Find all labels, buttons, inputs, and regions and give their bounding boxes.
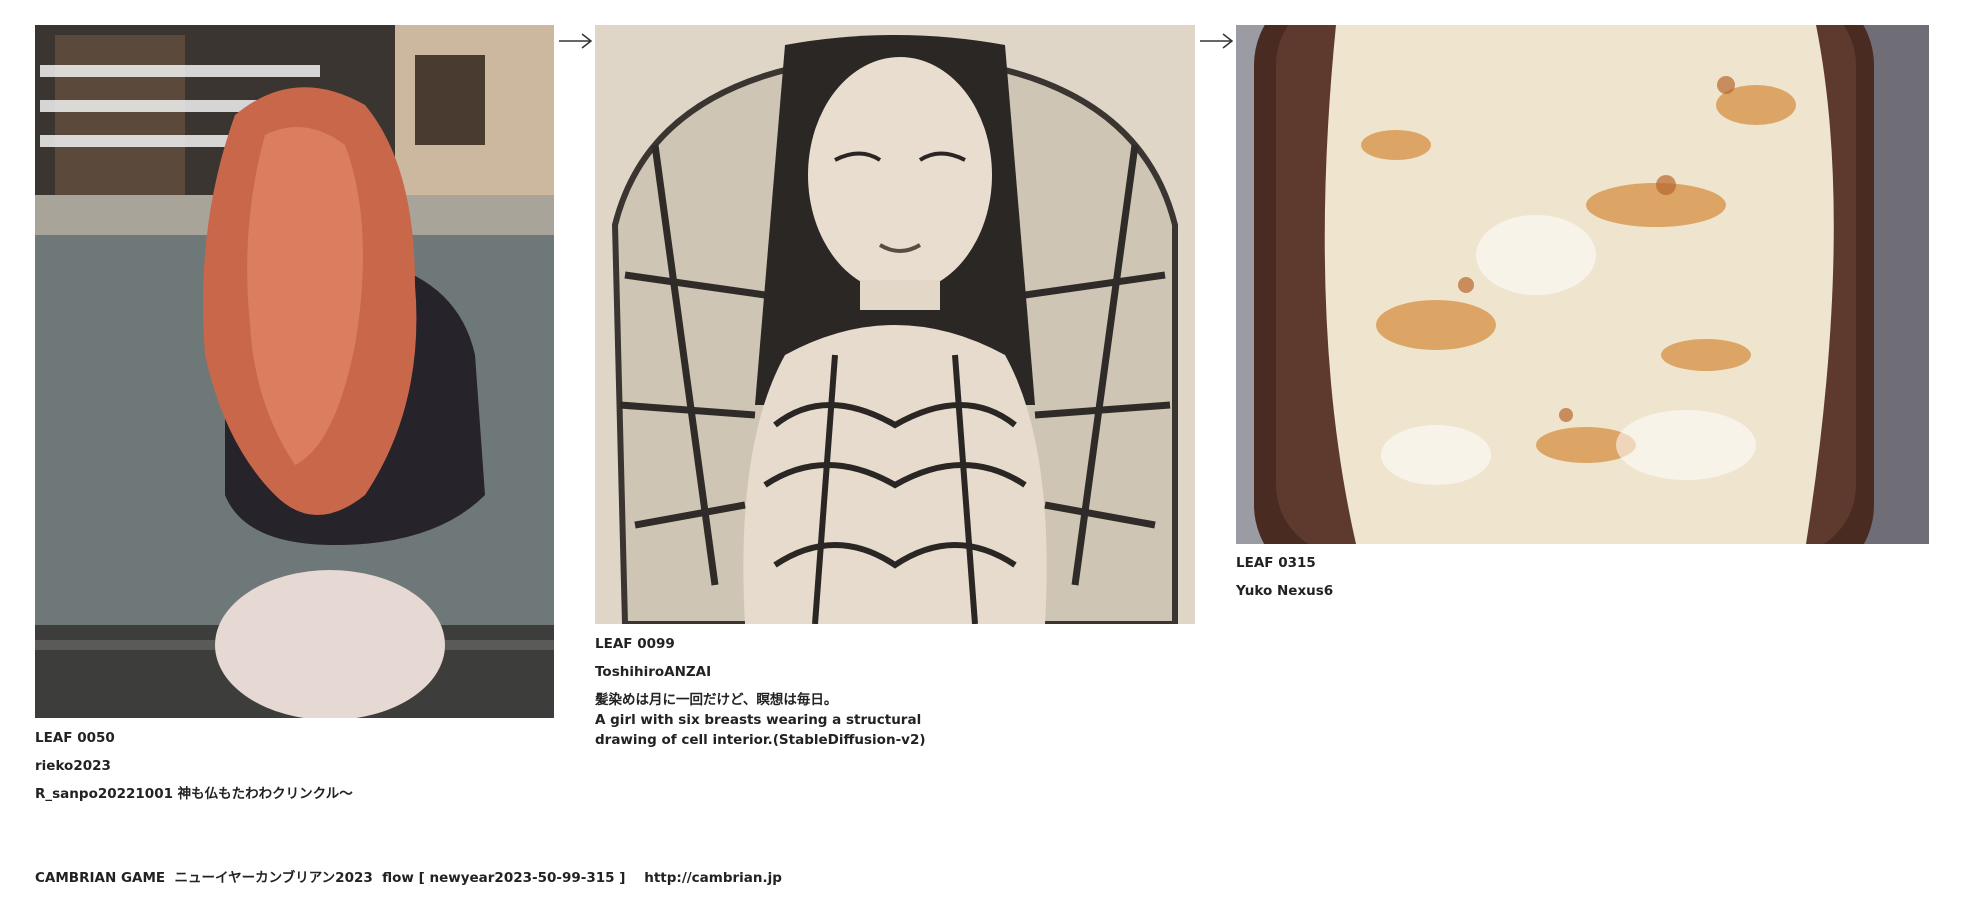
leaf-0099-id: LEAF 0099	[595, 636, 675, 652]
leaf-0099-drawing-art	[595, 25, 1195, 624]
right-arrow-icon	[559, 33, 593, 49]
leaf-0099-author[interactable]: ToshihiroANZAI	[595, 662, 711, 682]
leaf-0315-author[interactable]: Yuko Nexus6	[1236, 581, 1333, 601]
leaf-0050-author[interactable]: rieko2023	[35, 756, 111, 776]
footer-credit: CAMBRIAN GAME ニューイヤーカンブリアン2023 flow [ ne…	[35, 870, 782, 886]
right-arrow-icon	[1200, 33, 1234, 49]
leaf-0050-caption: R_sanpo20221001 神も仏もたわわクリンクル～	[35, 786, 353, 802]
leaf-0099-caption-line1: 髪染めは月に一回だけど、瞑想は毎日。	[595, 692, 838, 708]
leaf-0050-photo-art	[35, 25, 554, 718]
leaf-0099-caption-line2: A girl with six breasts wearing a struct…	[595, 712, 926, 748]
leaf-0315-photo[interactable]	[1236, 25, 1929, 544]
leaf-0315-id: LEAF 0315	[1236, 555, 1316, 571]
leaf-0050-photo[interactable]	[35, 25, 554, 718]
leaf-0050-id: LEAF 0050	[35, 730, 115, 746]
leaf-0315-photo-art	[1236, 25, 1929, 544]
leaf-0099-drawing[interactable]	[595, 25, 1195, 624]
